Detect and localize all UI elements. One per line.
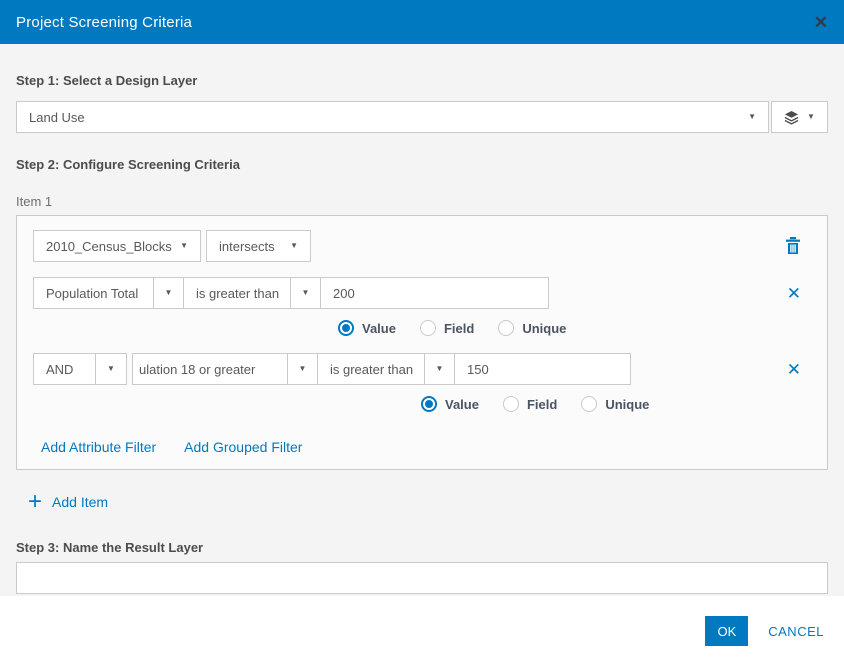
chevron-down-icon[interactable]: ▼ (154, 278, 184, 308)
remove-filter-1-button[interactable]: ✕ (787, 285, 801, 302)
radio-value-label: Value (362, 321, 396, 336)
filter-2-operator-value: is greater than (318, 362, 424, 377)
radio-field-label: Field (527, 397, 557, 412)
close-icon: ✕ (787, 285, 801, 302)
radio-unique[interactable]: Unique (498, 320, 566, 336)
filter-links: Add Attribute Filter Add Grouped Filter (33, 439, 811, 455)
chevron-down-icon[interactable]: ▼ (425, 354, 455, 384)
result-layer-name-input[interactable] (16, 562, 828, 594)
filter-2-mode-radios: Value Field Unique (421, 395, 811, 413)
chevron-down-icon: ▼ (172, 242, 200, 250)
chevron-down-icon[interactable]: ▼ (291, 278, 321, 308)
add-attribute-filter-link[interactable]: Add Attribute Filter (41, 439, 156, 455)
filter-1-field-value: Population Total (34, 286, 150, 301)
remove-filter-2-button[interactable]: ✕ (787, 361, 801, 378)
delete-item-button[interactable] (785, 237, 801, 255)
radio-unselected-icon[interactable] (420, 320, 436, 336)
dialog-footer: OK CANCEL (0, 596, 844, 666)
radio-value-label: Value (445, 397, 479, 412)
radio-unselected-icon[interactable] (498, 320, 514, 336)
item-label: Item 1 (16, 194, 828, 209)
filter-2-field-dropdown[interactable]: ulation 18 or greater (133, 354, 288, 384)
ok-button[interactable]: OK (705, 616, 748, 646)
filter-1-mode-radios: Value Field Unique (338, 319, 811, 337)
filter-2-join-value: AND (34, 362, 85, 377)
filter-1-field-dropdown[interactable]: Population Total (34, 278, 154, 308)
filter-2-control: ulation 18 or greater ▼ is greater than … (132, 353, 631, 385)
cancel-button[interactable]: CANCEL (768, 624, 824, 639)
filter-1-operator-value: is greater than (184, 286, 290, 301)
add-item-button[interactable]: + Add Item (16, 492, 828, 512)
filter-2-join-cell: AND (34, 354, 96, 384)
dialog-header: Project Screening Criteria ✕ (0, 0, 844, 44)
radio-value[interactable]: Value (338, 320, 396, 336)
attribute-filter-row: Population Total ▼ is greater than ▼ ✕ (33, 277, 811, 309)
layer-dropdown-value: 2010_Census_Blocks (34, 239, 172, 254)
add-grouped-filter-link[interactable]: Add Grouped Filter (184, 439, 302, 455)
trash-icon (785, 237, 801, 255)
chevron-down-icon[interactable]: ▼ (288, 354, 318, 384)
radio-selected-icon[interactable] (338, 320, 354, 336)
filter-2-join-dropdown[interactable]: AND ▼ (33, 353, 127, 385)
radio-field[interactable]: Field (420, 320, 474, 336)
chevron-down-icon: ▼ (282, 242, 310, 250)
add-item-label: Add Item (52, 494, 108, 510)
filter-2-value-input[interactable] (455, 354, 630, 384)
dialog-title: Project Screening Criteria (16, 14, 192, 31)
spatial-operator-value: intersects (207, 239, 282, 254)
design-layer-select[interactable]: Land Use ▼ (16, 101, 769, 133)
radio-selected-icon[interactable] (421, 396, 437, 412)
chevron-down-icon[interactable]: ▼ (807, 113, 815, 121)
filter-2-operator-dropdown[interactable]: is greater than (318, 354, 425, 384)
radio-value[interactable]: Value (421, 396, 479, 412)
spatial-expression-row: 2010_Census_Blocks ▼ intersects ▼ (33, 230, 811, 262)
radio-unique[interactable]: Unique (581, 396, 649, 412)
layer-options-button[interactable]: ▼ (771, 101, 828, 133)
filter-1-control: Population Total ▼ is greater than ▼ (33, 277, 549, 309)
radio-unique-label: Unique (522, 321, 566, 336)
plus-icon: + (28, 492, 42, 512)
layers-icon (784, 110, 799, 125)
attribute-filter-row: AND ▼ ulation 18 or greater ▼ is greater… (33, 353, 811, 385)
radio-field-label: Field (444, 321, 474, 336)
step3-label: Step 3: Name the Result Layer (16, 540, 828, 555)
filter-1-value-input[interactable] (321, 278, 548, 308)
screening-item: 2010_Census_Blocks ▼ intersects ▼ (16, 215, 828, 470)
radio-unique-label: Unique (605, 397, 649, 412)
filter-1-value-cell (321, 278, 548, 308)
step2-label: Step 2: Configure Screening Criteria (16, 157, 828, 172)
radio-unselected-icon[interactable] (503, 396, 519, 412)
project-screening-criteria-dialog: Project Screening Criteria ✕ Step 1: Sel… (0, 0, 844, 666)
radio-field[interactable]: Field (503, 396, 557, 412)
filter-2-field-value: ulation 18 or greater (133, 362, 261, 377)
chevron-down-icon[interactable]: ▼ (96, 354, 126, 384)
spatial-operator-dropdown[interactable]: intersects ▼ (206, 230, 311, 262)
close-icon[interactable]: ✕ (814, 14, 828, 31)
filter-1-operator-dropdown[interactable]: is greater than (184, 278, 291, 308)
chevron-down-icon[interactable]: ▼ (740, 113, 768, 121)
filter-2-value-cell (455, 354, 630, 384)
layer-dropdown[interactable]: 2010_Census_Blocks ▼ (33, 230, 201, 262)
close-icon: ✕ (787, 361, 801, 378)
step1-controls: Land Use ▼ ▼ (16, 101, 828, 133)
step1-label: Step 1: Select a Design Layer (16, 73, 828, 88)
radio-unselected-icon[interactable] (581, 396, 597, 412)
design-layer-value: Land Use (17, 110, 97, 125)
